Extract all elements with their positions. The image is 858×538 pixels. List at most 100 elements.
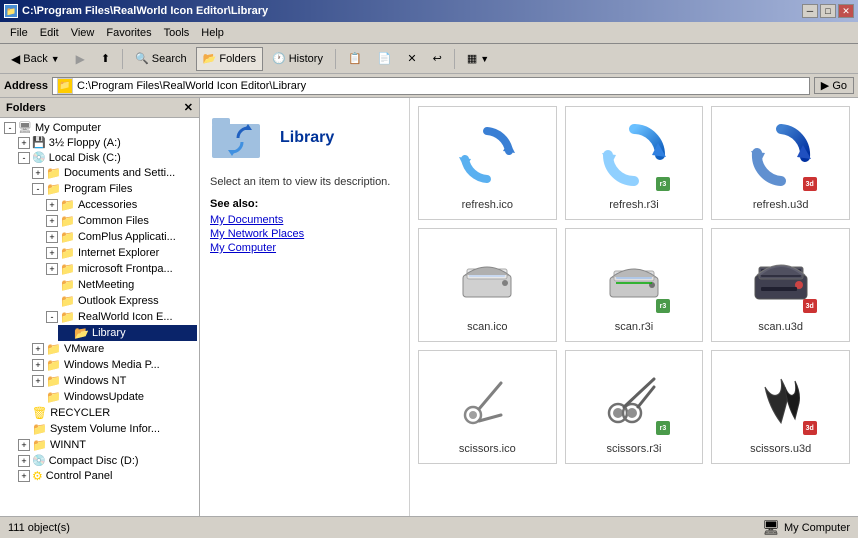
file-item-scan-ico[interactable]: scan.ico bbox=[418, 228, 557, 342]
tree-item-netmeeting[interactable]: 📁 NetMeeting bbox=[44, 277, 197, 293]
back-chevron-icon: ▼ bbox=[51, 54, 60, 64]
go-arrow-icon: ▶ bbox=[821, 80, 829, 92]
separator-1 bbox=[122, 49, 123, 69]
file-item-scissors-r3i[interactable]: r3 scissors.r3i bbox=[565, 350, 704, 464]
expand-controlpanel[interactable]: + bbox=[18, 470, 30, 482]
expand-floppy[interactable]: + bbox=[18, 137, 30, 149]
tree-item-windowsmedia[interactable]: + 📁 Windows Media P... bbox=[30, 357, 197, 373]
menu-file[interactable]: File bbox=[4, 25, 34, 41]
tree-item-winnt[interactable]: + 📁 WINNT bbox=[16, 437, 197, 453]
tree-item-library[interactable]: 📂 Library bbox=[58, 325, 197, 341]
files-panel[interactable]: refresh.ico bbox=[410, 98, 858, 516]
expand-localdisk[interactable]: - bbox=[18, 152, 30, 164]
expand-winnt[interactable]: + bbox=[18, 439, 30, 451]
delete-button[interactable]: ✕ bbox=[400, 47, 423, 71]
tree-item-compactdisc[interactable]: + 💿 Compact Disc (D:) bbox=[16, 453, 197, 468]
menu-help[interactable]: Help bbox=[195, 25, 230, 41]
folder-windowsmedia-icon: 📁 bbox=[46, 358, 61, 372]
sidebar-tree[interactable]: - 🖥 My Computer + 💾 3½ Floppy (A:) - 💿 L… bbox=[0, 118, 199, 516]
sidebar-title: Folders bbox=[6, 102, 46, 114]
expand-ie[interactable]: + bbox=[46, 247, 58, 259]
folder-accessories-icon: 📁 bbox=[60, 198, 75, 212]
menu-favorites[interactable]: Favorites bbox=[100, 25, 157, 41]
search-button[interactable]: 🔍 Search bbox=[128, 47, 194, 71]
view-button[interactable]: ▦▼ bbox=[460, 47, 496, 71]
menu-edit[interactable]: Edit bbox=[34, 25, 65, 41]
maximize-button[interactable]: □ bbox=[820, 4, 836, 18]
tree-item-vmware[interactable]: + 📁 VMware bbox=[30, 341, 197, 357]
up-button[interactable]: ⬆ bbox=[94, 47, 117, 71]
file-item-scissors-u3d[interactable]: 3d scissors.u3d bbox=[711, 350, 850, 464]
expand-documents[interactable]: + bbox=[32, 167, 44, 179]
expand-frontpage[interactable]: + bbox=[46, 263, 58, 275]
tree-item-floppy[interactable]: + 💾 3½ Floppy (A:) bbox=[16, 135, 197, 150]
desc-link-mydocuments[interactable]: My Documents bbox=[210, 214, 399, 226]
go-button[interactable]: ▶ Go bbox=[814, 77, 854, 94]
tree-label-complus: ComPlus Applicati... bbox=[78, 231, 176, 243]
view-chevron-icon: ▼ bbox=[480, 54, 489, 64]
tree-item-complus[interactable]: + 📁 ComPlus Applicati... bbox=[44, 229, 197, 245]
file-item-scan-u3d[interactable]: 3d scan.u3d bbox=[711, 228, 850, 342]
title-bar: 📁 C:\Program Files\RealWorld Icon Editor… bbox=[0, 0, 858, 22]
sidebar-close-button[interactable]: ✕ bbox=[184, 101, 193, 114]
folder-commonfiles-icon: 📁 bbox=[60, 214, 75, 228]
tree-item-controlpanel[interactable]: + ⚙ Control Panel bbox=[16, 468, 197, 484]
tree-label-windowsupdate: WindowsUpdate bbox=[64, 391, 144, 403]
scissors-ico-label: scissors.ico bbox=[459, 443, 516, 455]
back-button[interactable]: ◀ Back ▼ bbox=[4, 47, 67, 71]
expand-complus[interactable]: + bbox=[46, 231, 58, 243]
tree-item-accessories[interactable]: + 📁 Accessories bbox=[44, 197, 197, 213]
desc-link-mycomputer[interactable]: My Computer bbox=[210, 242, 399, 254]
tree-item-systemvolume[interactable]: 📁 System Volume Infor... bbox=[16, 421, 197, 437]
copy-button[interactable]: 📋 bbox=[341, 47, 369, 71]
tree-item-outlook[interactable]: 📁 Outlook Express bbox=[44, 293, 197, 309]
file-item-scissors-ico[interactable]: scissors.ico bbox=[418, 350, 557, 464]
tree-item-windowsnt[interactable]: + 📁 Windows NT bbox=[30, 373, 197, 389]
expand-windowsmedia[interactable]: + bbox=[32, 359, 44, 371]
tree-label-frontpage: microsoft Frontpa... bbox=[78, 263, 173, 275]
tree-item-programfiles[interactable]: - 📁 Program Files bbox=[30, 181, 197, 197]
history-icon: 🕐 bbox=[272, 52, 286, 65]
tree-item-frontpage[interactable]: + 📁 microsoft Frontpa... bbox=[44, 261, 197, 277]
expand-windowsnt[interactable]: + bbox=[32, 375, 44, 387]
expand-programfiles[interactable]: - bbox=[32, 183, 44, 195]
file-item-refresh-u3d[interactable]: 3d refresh.u3d bbox=[711, 106, 850, 220]
folder-systemvolume-icon: 📁 bbox=[32, 422, 47, 436]
desc-link-mynetwork[interactable]: My Network Places bbox=[210, 228, 399, 240]
folder-outlook-icon: 📁 bbox=[60, 294, 75, 308]
menu-tools[interactable]: Tools bbox=[158, 25, 196, 41]
expand-compactdisc[interactable]: + bbox=[18, 455, 30, 467]
tree-item-commonfiles[interactable]: + 📁 Common Files bbox=[44, 213, 197, 229]
undo-button[interactable]: ↩ bbox=[426, 47, 449, 71]
history-button[interactable]: 🕐 History bbox=[265, 47, 330, 71]
tree-item-ie[interactable]: + 📁 Internet Explorer bbox=[44, 245, 197, 261]
tree-item-mycomputer[interactable]: - 🖥 My Computer bbox=[2, 120, 197, 135]
folders-button[interactable]: 📂 Folders bbox=[196, 47, 263, 71]
expand-accessories[interactable]: + bbox=[46, 199, 58, 211]
file-item-refresh-r3i[interactable]: r3 refresh.r3i bbox=[565, 106, 704, 220]
menu-view[interactable]: View bbox=[65, 25, 101, 41]
paste-button[interactable]: 📄 bbox=[371, 47, 399, 71]
tree-item-windowsupdate[interactable]: 📁 WindowsUpdate bbox=[30, 389, 197, 405]
search-label: Search bbox=[152, 53, 187, 65]
disk-icon: 💿 bbox=[32, 151, 46, 164]
tree-item-localdisk[interactable]: - 💿 Local Disk (C:) bbox=[16, 150, 197, 165]
file-item-refresh-ico[interactable]: refresh.ico bbox=[418, 106, 557, 220]
address-input-wrap[interactable]: 📁 C:\Program Files\RealWorld Icon Editor… bbox=[52, 77, 810, 95]
expand-mycomputer[interactable]: - bbox=[4, 122, 16, 134]
forward-button[interactable]: ▶ bbox=[69, 47, 92, 71]
tree-item-recycler[interactable]: 🗑 RECYCLER bbox=[16, 405, 197, 421]
scan-ico-label: scan.ico bbox=[467, 321, 507, 333]
expand-vmware[interactable]: + bbox=[32, 343, 44, 355]
expand-realworld[interactable]: - bbox=[46, 311, 58, 323]
tree-item-realworld[interactable]: - 📁 RealWorld Icon E... bbox=[44, 309, 197, 325]
address-bar: Address 📁 C:\Program Files\RealWorld Ico… bbox=[0, 74, 858, 98]
expand-commonfiles[interactable]: + bbox=[46, 215, 58, 227]
close-button[interactable]: ✕ bbox=[838, 4, 854, 18]
scissors-r3i-badge: r3 bbox=[656, 421, 670, 435]
tree-item-documents[interactable]: + 📁 Documents and Setti... bbox=[30, 165, 197, 181]
minimize-button[interactable]: ─ bbox=[802, 4, 818, 18]
folder-programfiles-icon: 📁 bbox=[46, 182, 61, 196]
tree-label-commonfiles: Common Files bbox=[78, 215, 149, 227]
file-item-scan-r3i[interactable]: r3 scan.r3i bbox=[565, 228, 704, 342]
